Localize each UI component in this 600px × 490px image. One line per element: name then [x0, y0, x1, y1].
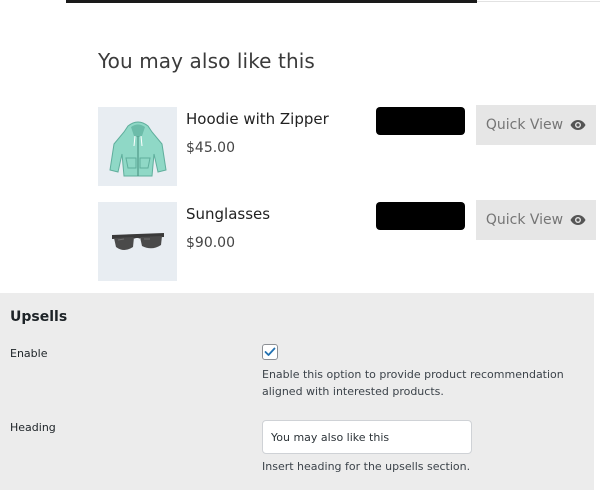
product-item: Hoodie with Zipper $45.00 Quick View: [98, 105, 598, 187]
product-image[interactable]: [98, 107, 177, 186]
heading-description: Insert heading for the upsells section.: [262, 460, 471, 473]
quick-view-button[interactable]: Quick View: [476, 105, 596, 145]
quick-view-button[interactable]: Quick View: [476, 200, 596, 240]
heading-input[interactable]: [262, 420, 472, 454]
eye-icon: [570, 215, 586, 225]
quick-view-label: Quick View: [485, 117, 564, 133]
checkmark-icon: [264, 347, 276, 356]
top-divider-light: [477, 1, 600, 2]
eye-icon: [570, 120, 586, 130]
settings-section-title: Upsells: [10, 309, 68, 325]
enable-description: Enable this option to provide product re…: [262, 368, 564, 398]
hoodie-icon: [108, 121, 167, 176]
product-price: $90.00: [186, 235, 235, 251]
upsells-settings-panel: Upsells Enable Enable this option to pro…: [0, 293, 594, 490]
upsells-heading: You may also like this: [98, 49, 315, 73]
product-name[interactable]: Sunglasses: [186, 205, 270, 223]
quick-view-label: Quick View: [485, 212, 564, 228]
product-image[interactable]: [98, 202, 177, 281]
top-divider: [66, 0, 477, 3]
product-item: Sunglasses $90.00 Quick View: [98, 200, 598, 282]
product-price: $45.00: [186, 140, 235, 156]
product-name[interactable]: Hoodie with Zipper: [186, 110, 329, 128]
enable-label: Enable: [10, 347, 48, 360]
heading-label: Heading: [10, 421, 56, 434]
add-to-cart-button[interactable]: [376, 107, 465, 135]
add-to-cart-button[interactable]: [376, 202, 465, 230]
enable-checkbox[interactable]: [262, 344, 278, 360]
sunglasses-icon: [111, 232, 164, 250]
